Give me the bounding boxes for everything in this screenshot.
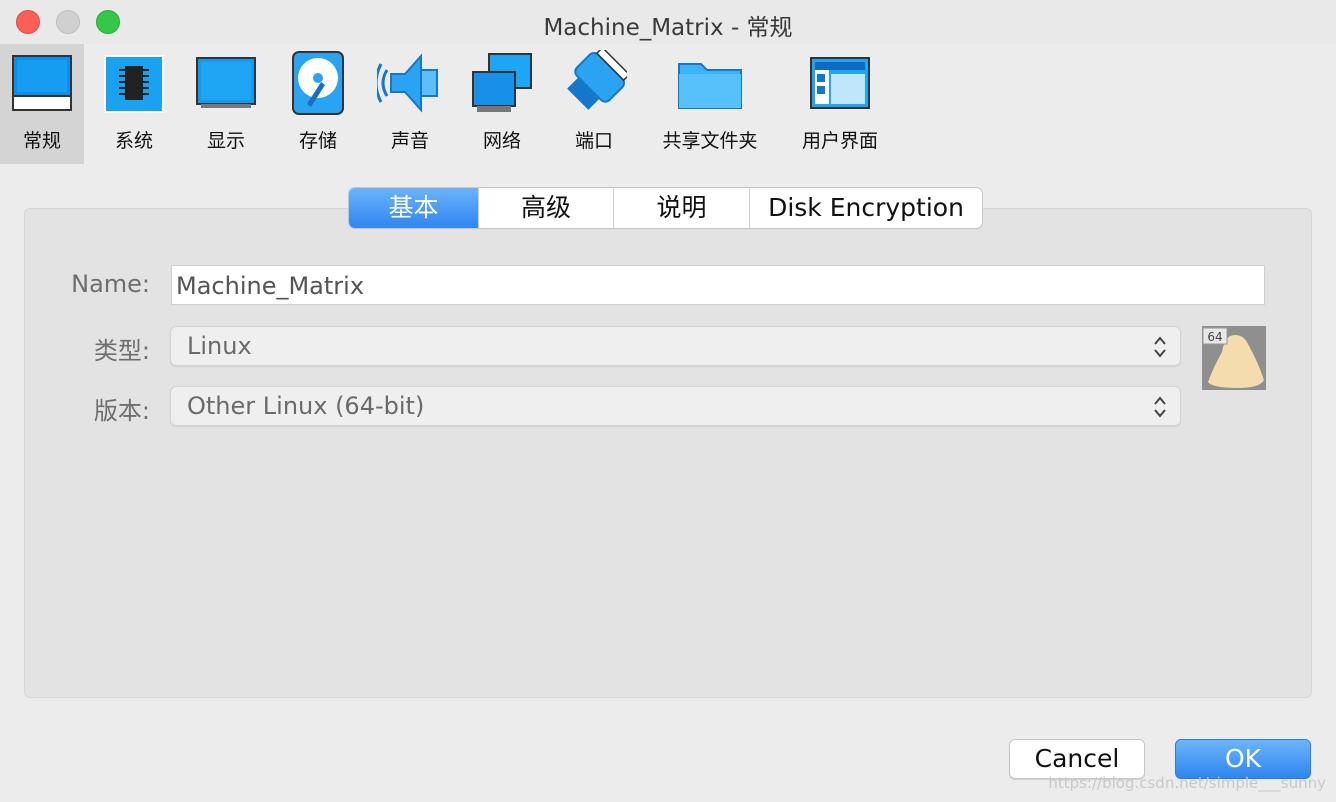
window-title: Machine_Matrix - 常规 bbox=[543, 15, 793, 41]
storage-disk-icon bbox=[292, 51, 344, 115]
title-bar: Machine_Matrix - 常规 bbox=[0, 0, 1336, 44]
toolbar-label-system: 系统 bbox=[114, 130, 153, 152]
monitor-general-icon bbox=[12, 55, 72, 111]
tab-basic[interactable]: 基本 bbox=[349, 188, 479, 228]
name-label: Name: bbox=[71, 270, 150, 298]
folder-icon bbox=[678, 63, 742, 109]
toolbar-label-network: 网络 bbox=[482, 130, 521, 152]
linux-os-icon: 64 bbox=[1202, 326, 1266, 390]
version-select[interactable]: Other Linux (64-bit) bbox=[170, 386, 1181, 426]
display-icon bbox=[196, 57, 256, 108]
toolbar-item-storage[interactable]: 存储 bbox=[276, 44, 360, 164]
toolbar-item-network[interactable]: 网络 bbox=[460, 44, 544, 164]
speaker-icon bbox=[377, 53, 438, 113]
type-label: 类型: bbox=[93, 337, 150, 365]
toolbar-label-ports: 端口 bbox=[574, 130, 613, 152]
port-connector-icon bbox=[567, 50, 627, 110]
version-label: 版本: bbox=[93, 397, 150, 425]
up-down-chevron-icon bbox=[1154, 396, 1166, 418]
type-select[interactable]: Linux bbox=[170, 326, 1181, 366]
toolbar-label-general: 常规 bbox=[22, 130, 61, 152]
chip-icon bbox=[104, 55, 164, 113]
toolbar-item-user-interface[interactable]: 用户界面 bbox=[792, 44, 888, 164]
os-bitness-badge: 64 bbox=[1207, 330, 1222, 344]
toolbar-label-storage: 存储 bbox=[298, 130, 337, 152]
tab-advanced[interactable]: 高级 bbox=[479, 188, 614, 228]
toolbar-item-general[interactable]: 常规 bbox=[0, 44, 84, 164]
watermark-text: https://blog.csdn.net/simple___sunny bbox=[1048, 774, 1326, 792]
version-select-value: Other Linux (64-bit) bbox=[187, 392, 425, 420]
type-select-value: Linux bbox=[187, 332, 252, 360]
toolbar-label-user-interface: 用户界面 bbox=[801, 130, 878, 152]
toolbar-item-shared-folders[interactable]: 共享文件夹 bbox=[652, 44, 768, 164]
cancel-button[interactable]: Cancel bbox=[1009, 739, 1145, 779]
toolbar-label-display: 显示 bbox=[206, 130, 245, 152]
tab-bar: 基本 高级 说明 Disk Encryption bbox=[349, 188, 982, 228]
settings-toolbar: 常规 系统 显示 存储 声音 网络 端口 共享文件夹 用户界面 bbox=[0, 44, 1336, 164]
up-down-chevron-icon bbox=[1154, 336, 1166, 358]
toolbar-item-ports[interactable]: 端口 bbox=[552, 44, 636, 164]
tab-disk-encryption[interactable]: Disk Encryption bbox=[750, 188, 982, 228]
toolbar-label-shared-folders: 共享文件夹 bbox=[662, 130, 758, 152]
toolbar-item-display[interactable]: 显示 bbox=[184, 44, 268, 164]
tab-description[interactable]: 说明 bbox=[614, 188, 750, 228]
toolbar-label-audio: 声音 bbox=[390, 130, 429, 152]
user-interface-icon bbox=[810, 57, 870, 109]
network-icon bbox=[472, 53, 532, 112]
toolbar-item-system[interactable]: 系统 bbox=[92, 44, 176, 164]
toolbar-item-audio[interactable]: 声音 bbox=[368, 44, 452, 164]
name-input[interactable]: Machine_Matrix bbox=[171, 265, 1265, 305]
ok-button[interactable]: OK bbox=[1175, 739, 1311, 779]
